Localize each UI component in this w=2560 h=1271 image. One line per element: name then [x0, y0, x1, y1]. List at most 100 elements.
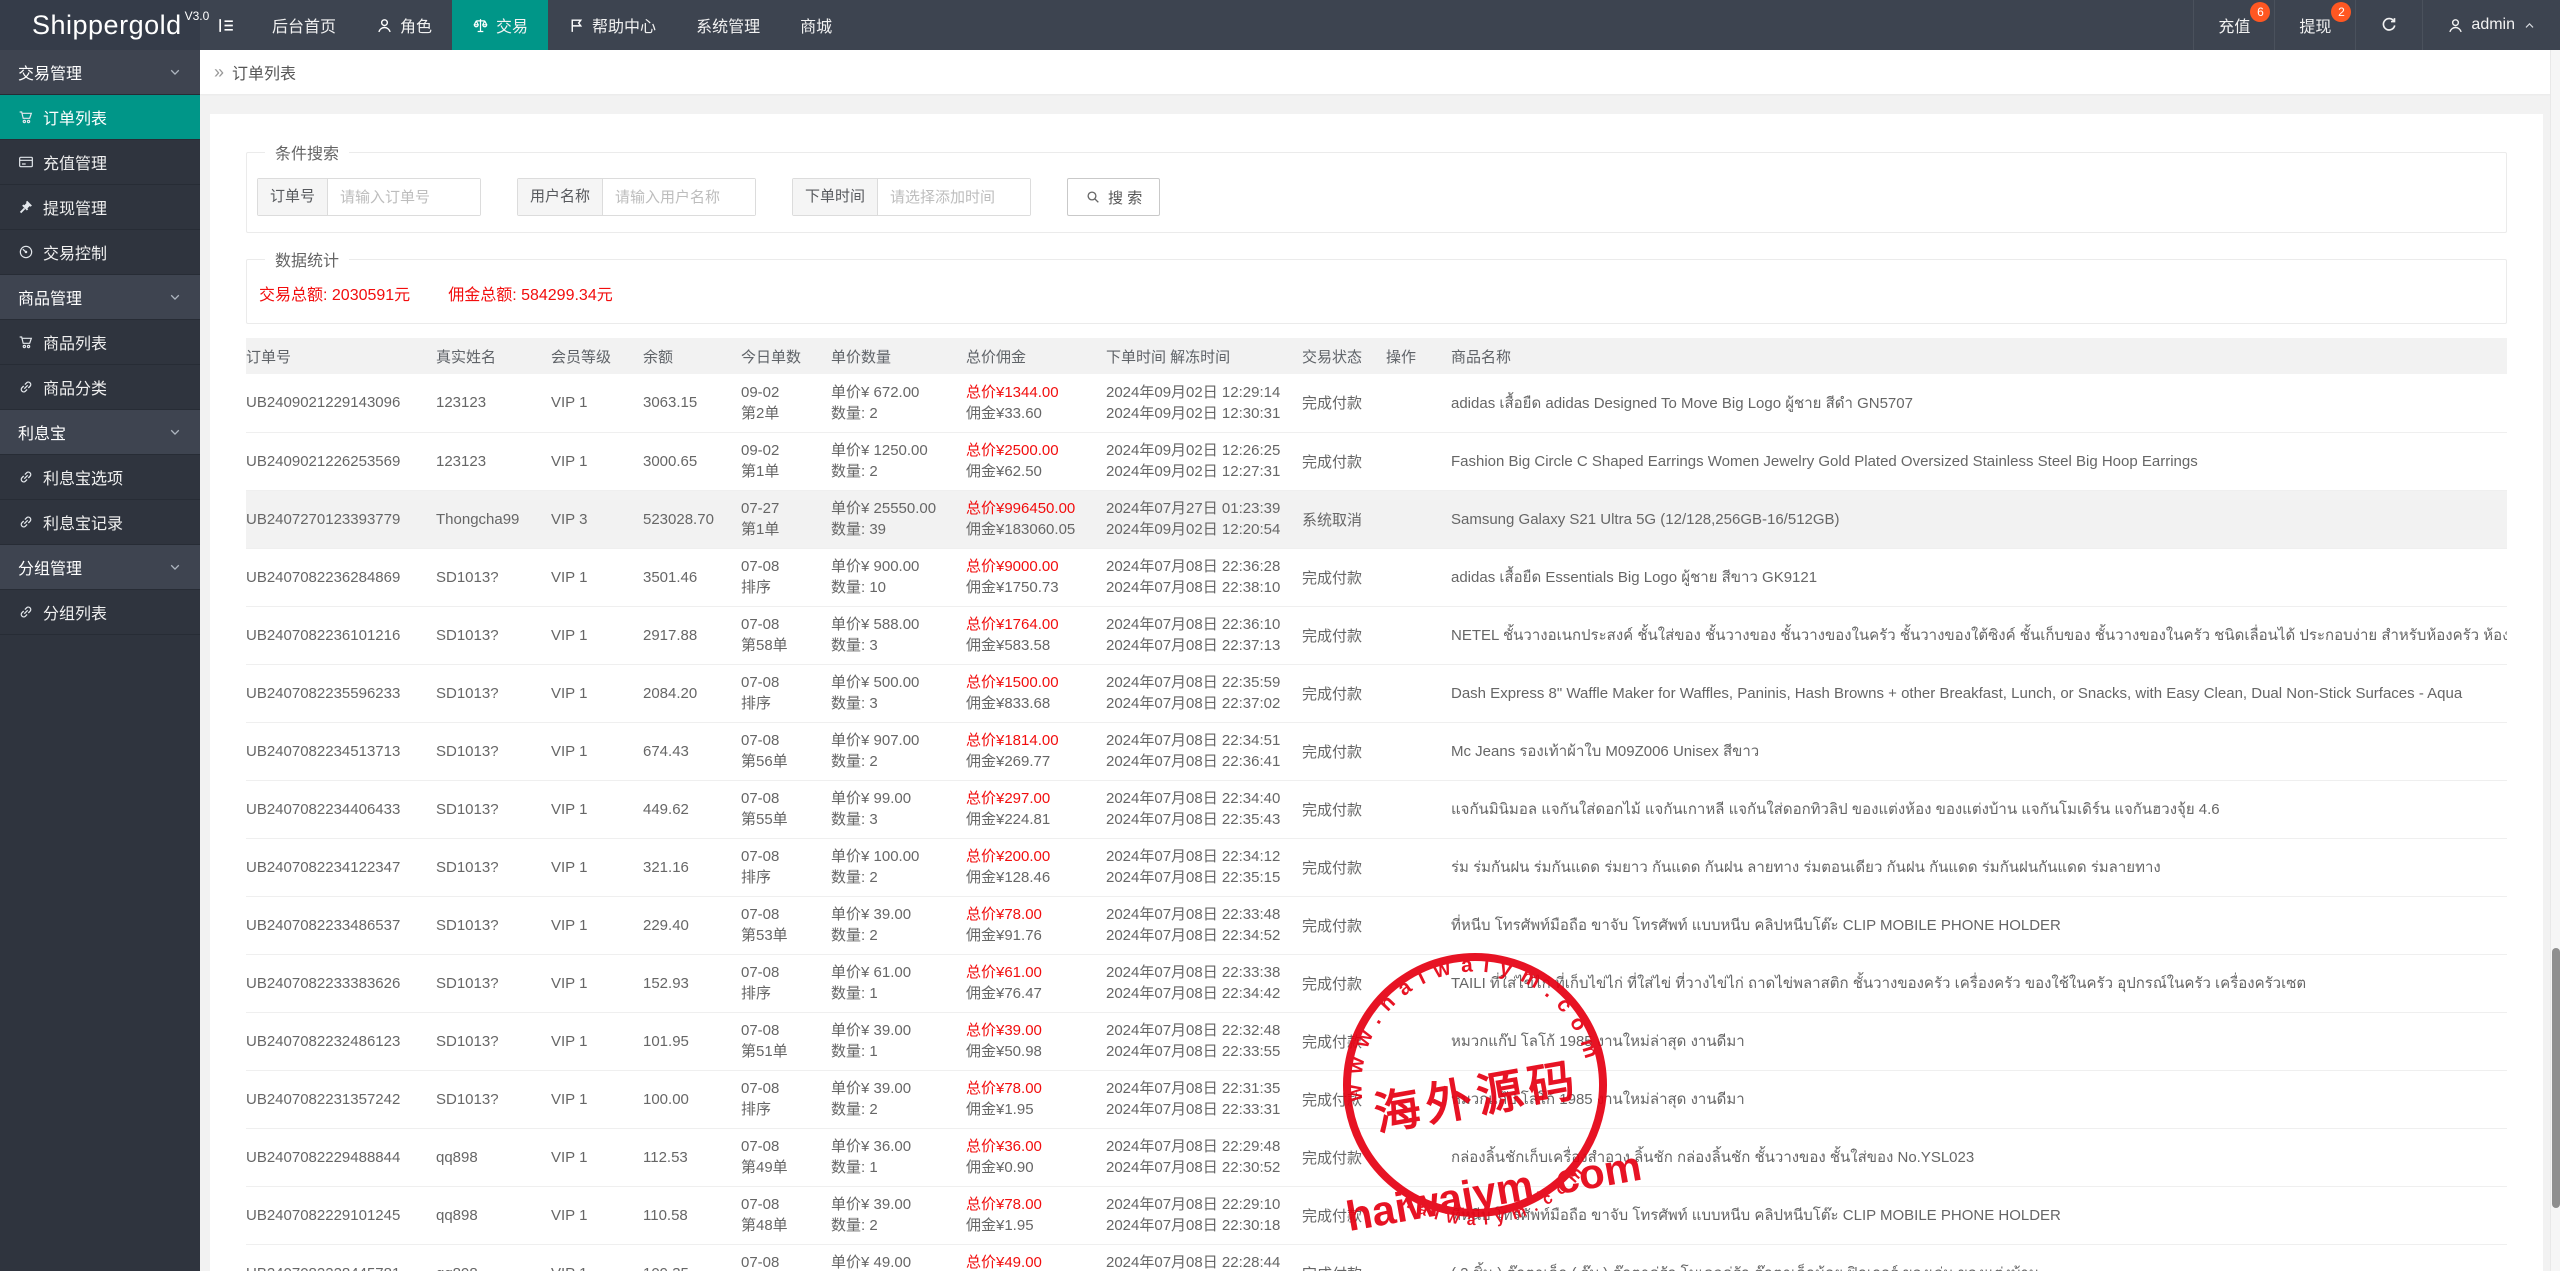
nav-item[interactable]: 后台首页 [252, 0, 356, 50]
price-qty-cell: 单价¥ 39.00数量: 2 [831, 896, 966, 954]
scrollbar-thumb[interactable] [2552, 948, 2560, 1208]
time-cell: 2024年07月08日 22:33:482024年07月08日 22:34:52 [1106, 896, 1302, 954]
product-name-cell: NETEL ชั้นวางอเนกประสงค์ ชั้นใส่ของ ชั้น… [1451, 606, 2507, 664]
search-field-input[interactable] [878, 179, 1030, 215]
action-cell [1386, 1244, 1451, 1271]
search-field-input[interactable] [328, 179, 480, 215]
table-row: UB2407082232486123 SD1013? VIP 1 101.95 … [246, 1012, 2507, 1070]
balance-cell: 674.43 [643, 722, 741, 780]
product-name-cell: ที่หนีบ โทรศัพท์มือถือ ขาจับ โทรศัพท์ แบ… [1451, 1186, 2507, 1244]
real-name-cell: SD1013? [436, 780, 551, 838]
sidebar-item[interactable]: 利息宝记录 [0, 500, 200, 545]
nav-item[interactable]: 商城 [780, 0, 852, 50]
sidebar-item[interactable]: 充值管理 [0, 140, 200, 185]
action-cell [1386, 374, 1451, 432]
table-row: UB2407082233383626 SD1013? VIP 1 152.93 … [246, 954, 2507, 1012]
link-icon [18, 604, 34, 620]
card-icon [18, 154, 34, 170]
product-name-cell: แจกันมินิมอล แจกันใส่ดอกไม้ แจกันเกาหลี … [1451, 780, 2507, 838]
vip-level-cell: VIP 1 [551, 1186, 643, 1244]
nav-item[interactable]: 交易 [452, 0, 548, 50]
sidebar-group[interactable]: 利息宝 [0, 410, 200, 455]
top-navbar: Shippergold V3.0 后台首页 角色 交易 帮助中心 系统管理 商城… [0, 0, 2560, 50]
order-no-cell: UB2407082234406433 [246, 780, 436, 838]
link-icon [18, 379, 34, 395]
total-commission-cell: 总价¥996450.00佣金¥183060.05 [966, 490, 1106, 548]
refresh-button[interactable] [2355, 0, 2422, 50]
chevron-down-icon [168, 290, 182, 304]
today-orders-cell: 09-02第2单 [741, 374, 831, 432]
table-row: UB2407082231357242 SD1013? VIP 1 100.00 … [246, 1070, 2507, 1128]
withdraw-nav-button[interactable]: 提现 2 [2274, 0, 2355, 50]
time-cell: 2024年07月08日 22:33:382024年07月08日 22:34:42 [1106, 954, 1302, 1012]
status-cell: 完成付款 [1302, 548, 1386, 606]
action-cell [1386, 606, 1451, 664]
order-no-cell: UB2407082234122347 [246, 838, 436, 896]
recharge-nav-button[interactable]: 充值 6 [2193, 0, 2274, 50]
sidebar-group[interactable]: 分组管理 [0, 545, 200, 590]
balance-cell: 110.58 [643, 1186, 741, 1244]
search-field: 订单号 [257, 178, 481, 216]
action-cell [1386, 1012, 1451, 1070]
search-icon [1085, 189, 1101, 205]
order-no-cell: UB2407082236101216 [246, 606, 436, 664]
scrollbar-track[interactable] [2550, 50, 2560, 1271]
search-button[interactable]: 搜 索 [1067, 178, 1160, 216]
today-orders-cell: 07-08第55单 [741, 780, 831, 838]
sidebar-group[interactable]: 交易管理 [0, 50, 200, 95]
table-row: UB2407082228445781 qq898 VIP 1 109.35 07… [246, 1244, 2507, 1271]
hamburger-icon [217, 16, 236, 35]
status-cell: 完成付款 [1302, 896, 1386, 954]
time-cell: 2024年07月08日 22:36:282024年07月08日 22:38:10 [1106, 548, 1302, 606]
order-no-cell: UB2409021229143096 [246, 374, 436, 432]
price-qty-cell: 单价¥ 25550.00数量: 39 [831, 490, 966, 548]
order-no-cell: UB2407082234513713 [246, 722, 436, 780]
time-cell: 2024年07月08日 22:32:482024年07月08日 22:33:55 [1106, 1012, 1302, 1070]
today-orders-cell: 07-08排序 [741, 548, 831, 606]
search-field: 用户名称 [517, 178, 756, 216]
today-orders-cell: 07-08排序 [741, 664, 831, 722]
product-name-cell: TAILI ที่ใส่ไข่ไก่ ที่เก็บไข่ไก่ ที่ใส่ไ… [1451, 954, 2507, 1012]
recharge-badge: 6 [2250, 2, 2270, 22]
sidebar-group-label: 交易管理 [18, 60, 82, 84]
sidebar-item[interactable]: 订单列表 [0, 95, 200, 140]
column-header: 真实姓名 [436, 338, 551, 374]
column-header: 余额 [643, 338, 741, 374]
today-orders-cell: 07-08第56单 [741, 722, 831, 780]
table-row: UB2407082235596233 SD1013? VIP 1 2084.20… [246, 664, 2507, 722]
product-name-cell: ( 2 ชิ้น ) ตุ๊กตาเด็ก ( จุ๊บ ) ตุ๊กตาคู่… [1451, 1244, 2507, 1271]
status-cell: 完成付款 [1302, 722, 1386, 780]
sidebar-item[interactable]: 提现管理 [0, 185, 200, 230]
balance-cell: 3063.15 [643, 374, 741, 432]
price-qty-cell: 单价¥ 672.00数量: 2 [831, 374, 966, 432]
nav-item[interactable]: 角色 [356, 0, 452, 50]
orders-table: 订单号真实姓名会员等级余额今日单数单价数量总价佣金下单时间 解冻时间交易状态操作… [246, 338, 2507, 1271]
app-logo: Shippergold V3.0 [0, 0, 200, 50]
sidebar-item[interactable]: 利息宝选项 [0, 455, 200, 500]
product-name-cell: ร่ม ร่มกันฝน ร่มกันแดด ร่มยาว กันแดด กัน… [1451, 838, 2507, 896]
real-name-cell: SD1013? [436, 664, 551, 722]
nav-item[interactable]: 帮助中心 [548, 0, 676, 50]
real-name-cell: SD1013? [436, 838, 551, 896]
sidebar-item[interactable]: 交易控制 [0, 230, 200, 275]
cart-icon [18, 334, 34, 350]
sidebar-item[interactable]: 商品列表 [0, 320, 200, 365]
search-field-label: 订单号 [258, 179, 328, 215]
vip-level-cell: VIP 1 [551, 664, 643, 722]
search-field-input[interactable] [603, 179, 755, 215]
column-header: 商品名称 [1451, 338, 2507, 374]
order-no-cell: UB2407270123393779 [246, 490, 436, 548]
user-menu[interactable]: admin [2422, 0, 2560, 50]
sidebar-group[interactable]: 商品管理 [0, 275, 200, 320]
nav-item[interactable]: 系统管理 [676, 0, 780, 50]
sidebar-item-label: 商品分类 [43, 375, 107, 399]
user-icon [2447, 17, 2464, 34]
status-cell: 完成付款 [1302, 1012, 1386, 1070]
sidebar-item[interactable]: 分组列表 [0, 590, 200, 635]
total-commission-cell: 总价¥297.00佣金¥224.81 [966, 780, 1106, 838]
sidebar-item[interactable]: 商品分类 [0, 365, 200, 410]
status-cell: 完成付款 [1302, 838, 1386, 896]
column-header: 单价数量 [831, 338, 966, 374]
price-qty-cell: 单价¥ 39.00数量: 2 [831, 1186, 966, 1244]
sidebar-collapse-button[interactable] [200, 0, 252, 50]
